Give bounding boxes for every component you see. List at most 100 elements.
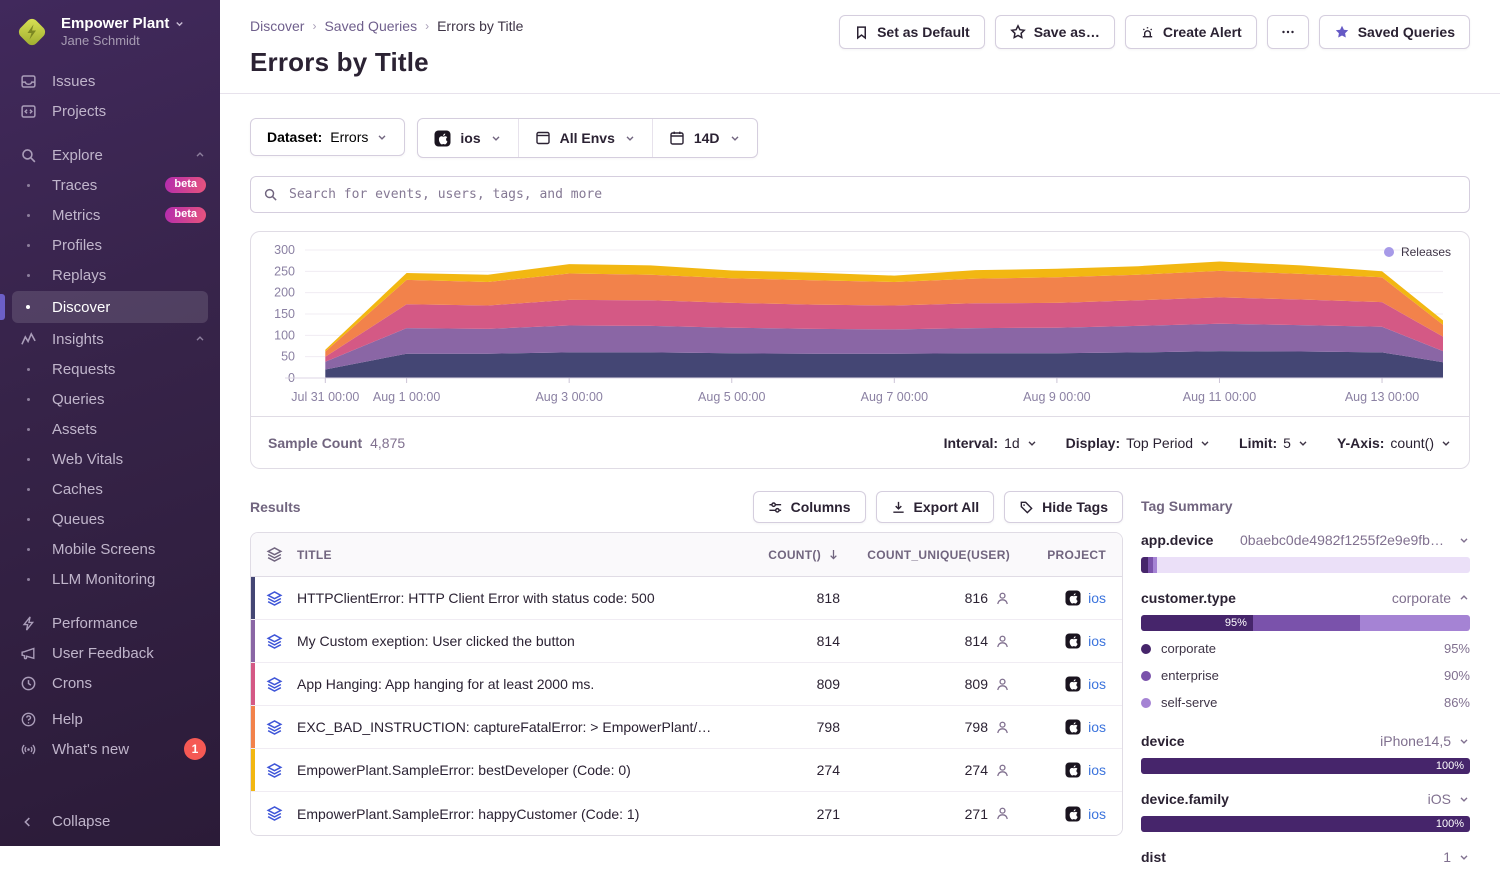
row-project[interactable]: ios — [1010, 806, 1122, 822]
project-link[interactable]: ios — [1088, 676, 1106, 692]
project-link[interactable]: ios — [1088, 806, 1106, 822]
project-link[interactable]: ios — [1088, 719, 1106, 735]
segment-percent-label: 95% — [1225, 617, 1247, 629]
table-row[interactable]: My Custom exeption: User clicked the but… — [251, 620, 1122, 663]
row-project[interactable]: ios — [1010, 719, 1122, 735]
column-project[interactable]: PROJECT — [1010, 548, 1122, 562]
dataset-selector[interactable]: Dataset: Errors — [250, 118, 405, 156]
sidebar-item-label: Mobile Screens — [52, 541, 155, 558]
sidebar-item-web-vitals[interactable]: Web Vitals — [0, 444, 220, 474]
row-title[interactable]: EmpowerPlant.SampleError: happyCustomer … — [297, 806, 730, 822]
bullet-icon — [18, 368, 38, 371]
table-row[interactable]: EXC_BAD_INSTRUCTION: captureFatalError: … — [251, 706, 1122, 749]
project-link[interactable]: ios — [1088, 762, 1106, 778]
row-title[interactable]: HTTPClientError: HTTP Client Error with … — [297, 590, 730, 606]
row-title[interactable]: EmpowerPlant.SampleError: bestDeveloper … — [297, 762, 730, 778]
table-row[interactable]: HTTPClientError: HTTP Client Error with … — [251, 577, 1122, 620]
save-as-button[interactable]: Save as… — [995, 15, 1115, 49]
row-title[interactable]: My Custom exeption: User clicked the but… — [297, 633, 730, 649]
series-color-strip — [251, 706, 255, 748]
limit-selector[interactable]: Limit:5 — [1239, 435, 1309, 451]
legend-percent: 86% — [1444, 695, 1470, 710]
sidebar-item-profiles[interactable]: Profiles — [0, 230, 220, 260]
row-project[interactable]: ios — [1010, 762, 1122, 778]
sidebar-item-what-s-new[interactable]: What's new1 — [0, 734, 220, 764]
row-project[interactable]: ios — [1010, 633, 1122, 649]
column-count-unique[interactable]: COUNT_UNIQUE(USER) — [840, 548, 1010, 562]
org-switcher[interactable]: Empower Plant Jane Schmidt — [0, 0, 220, 62]
table-row[interactable]: App Hanging: App hanging for at least 20… — [251, 663, 1122, 706]
stack-icon[interactable] — [251, 633, 297, 650]
stacked-area-chart: 050100150200250300Jul 31 00:00Aug 1 00:0… — [251, 232, 1469, 416]
project-link[interactable]: ios — [1088, 633, 1106, 649]
sidebar-item-discover[interactable]: Discover — [12, 291, 208, 323]
breadcrumb-saved-queries[interactable]: Saved Queries — [324, 18, 417, 34]
set-as-default-button[interactable]: Set as Default — [839, 15, 985, 49]
sidebar-item-explore[interactable]: Explore — [0, 140, 220, 170]
stack-icon[interactable] — [251, 805, 297, 822]
bullet-icon — [18, 458, 38, 461]
environment-filter[interactable]: All Envs — [518, 119, 652, 157]
date-range-filter[interactable]: 14D — [652, 119, 757, 157]
project-link[interactable]: ios — [1088, 590, 1106, 606]
breadcrumb-discover[interactable]: Discover — [250, 18, 304, 34]
y-axis-selector[interactable]: Y-Axis:count() — [1337, 435, 1452, 451]
hide-tags-button[interactable]: Hide Tags — [1004, 491, 1123, 523]
sidebar-item-crons[interactable]: Crons — [0, 668, 220, 698]
window-icon — [535, 130, 551, 146]
sidebar-item-replays[interactable]: Replays — [0, 260, 220, 290]
sidebar-item-performance[interactable]: Performance — [0, 608, 220, 638]
tag-legend-row[interactable]: self-serve86% — [1141, 689, 1470, 716]
table-row[interactable]: EmpowerPlant.SampleError: happyCustomer … — [251, 792, 1122, 835]
tag-value-toggle[interactable]: 1 — [1443, 849, 1470, 865]
sidebar-item-metrics[interactable]: Metricsbeta — [0, 200, 220, 230]
stack-icon[interactable] — [251, 762, 297, 779]
legend-percent: 95% — [1444, 641, 1470, 656]
stack-icon[interactable] — [251, 676, 297, 693]
table-row[interactable]: EmpowerPlant.SampleError: bestDeveloper … — [251, 749, 1122, 792]
create-alert-button[interactable]: Create Alert — [1125, 15, 1257, 49]
tag-legend-row[interactable]: corporate95% — [1141, 635, 1470, 662]
sidebar-item-user-feedback[interactable]: User Feedback — [0, 638, 220, 668]
sidebar-item-projects[interactable]: Projects — [0, 96, 220, 126]
sidebar-item-assets[interactable]: Assets — [0, 414, 220, 444]
more-options-button[interactable] — [1267, 15, 1309, 49]
stack-icon[interactable] — [251, 590, 297, 607]
interval-selector[interactable]: Interval:1d — [944, 435, 1038, 451]
sidebar-item-issues[interactable]: Issues — [0, 66, 220, 96]
sidebar-item-traces[interactable]: Tracesbeta — [0, 170, 220, 200]
row-project[interactable]: ios — [1010, 676, 1122, 692]
row-project[interactable]: ios — [1010, 590, 1122, 606]
column-count[interactable]: COUNT() — [730, 548, 840, 562]
collapse-sidebar-button[interactable]: Collapse — [0, 798, 220, 846]
columns-button[interactable]: Columns — [753, 491, 866, 523]
sidebar-item-label: Discover — [52, 299, 110, 316]
svg-text:100: 100 — [274, 328, 295, 342]
sidebar-item-queues[interactable]: Queues — [0, 504, 220, 534]
row-title[interactable]: EXC_BAD_INSTRUCTION: captureFatalError: … — [297, 719, 730, 735]
stack-icon[interactable] — [251, 546, 297, 563]
sidebar-item-queries[interactable]: Queries — [0, 384, 220, 414]
sidebar-item-requests[interactable]: Requests — [0, 354, 220, 384]
display-selector[interactable]: Display:Top Period — [1066, 435, 1211, 451]
project-filter[interactable]: ios — [418, 119, 517, 157]
stack-icon[interactable] — [251, 719, 297, 736]
export-all-button[interactable]: Export All — [876, 491, 995, 523]
search-input[interactable] — [287, 186, 1457, 203]
row-title[interactable]: App Hanging: App hanging for at least 20… — [297, 676, 730, 692]
tag-value-toggle[interactable]: 0baebc0de4982f1255f2e9e9fb7… — [1240, 532, 1470, 548]
sidebar-item-help[interactable]: Help — [0, 704, 220, 734]
sidebar-item-insights[interactable]: Insights — [0, 324, 220, 354]
chevron-down-icon — [1297, 437, 1309, 449]
legend-percent: 90% — [1444, 668, 1470, 683]
sidebar-item-llm-monitoring[interactable]: LLM Monitoring — [0, 564, 220, 594]
column-title[interactable]: TITLE — [297, 548, 730, 562]
tag-value-toggle[interactable]: iPhone14,5 — [1380, 733, 1470, 749]
saved-queries-button[interactable]: Saved Queries — [1319, 15, 1470, 49]
tag-value-toggle[interactable]: corporate — [1392, 590, 1470, 606]
releases-legend[interactable]: Releases — [1384, 245, 1451, 259]
sidebar-item-mobile-screens[interactable]: Mobile Screens — [0, 534, 220, 564]
tag-legend-row[interactable]: enterprise90% — [1141, 662, 1470, 689]
sidebar-item-caches[interactable]: Caches — [0, 474, 220, 504]
tag-value-toggle[interactable]: iOS — [1428, 791, 1470, 807]
